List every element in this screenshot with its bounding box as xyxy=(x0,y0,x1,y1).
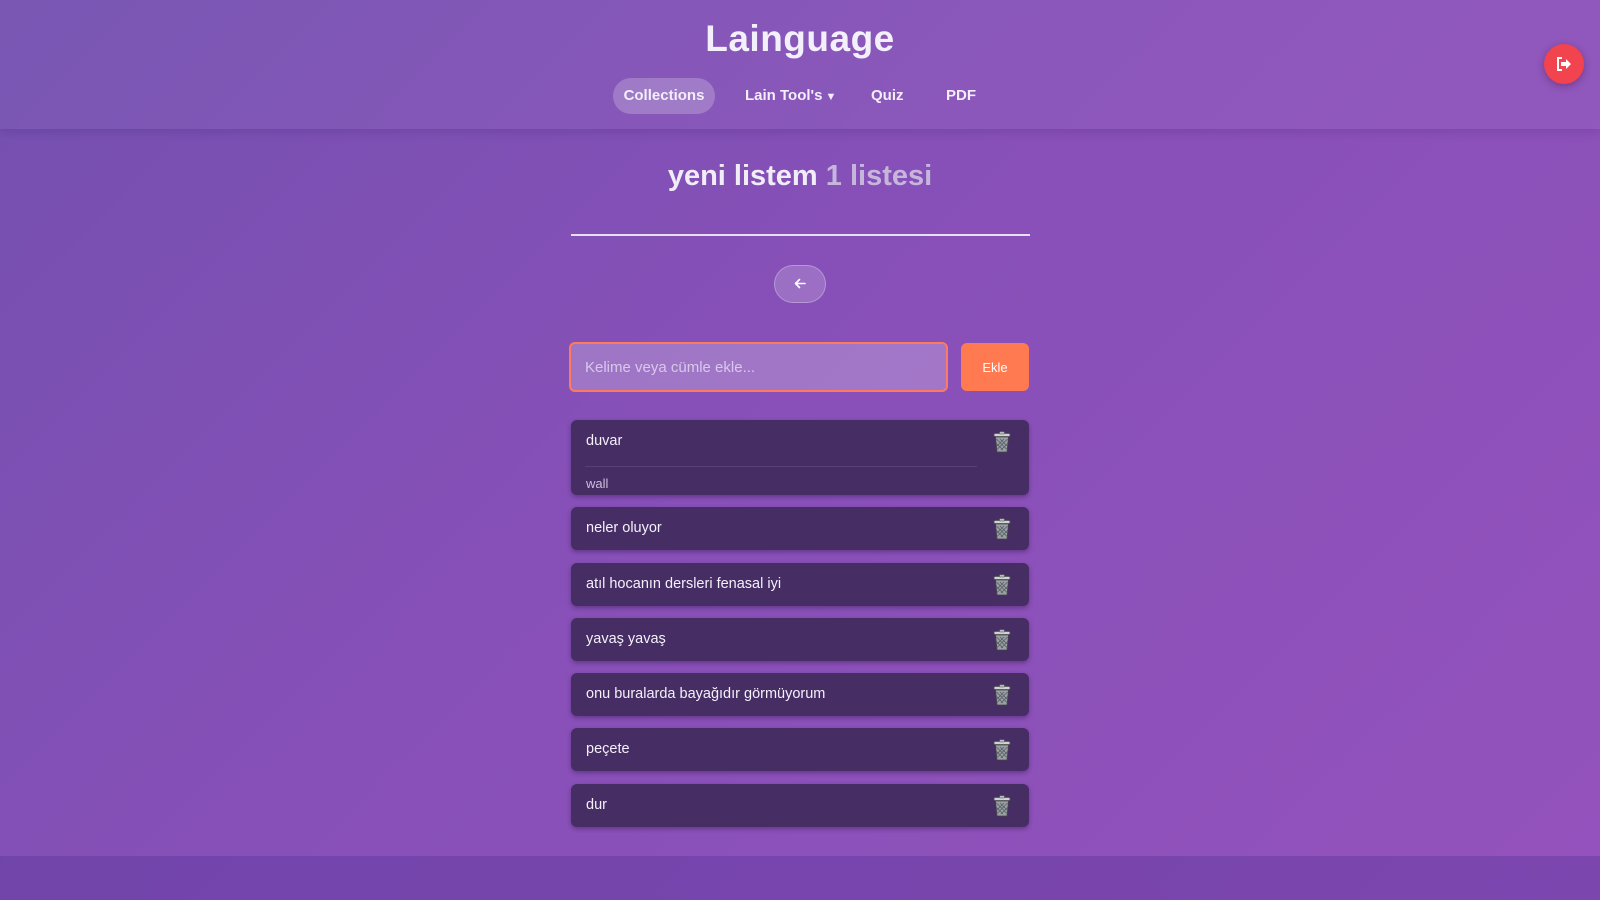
trash-icon[interactable] xyxy=(992,739,1012,761)
list-name: yeni listem xyxy=(667,160,818,192)
arrow-left-icon xyxy=(794,278,806,289)
item-text: duvar xyxy=(586,433,623,449)
nav-lain-tools-label: Lain Tool's xyxy=(745,87,823,104)
top-header: Lainguage Collections Lain Tool's ▼ Quiz … xyxy=(0,0,1600,129)
item-text: yavaş yavaş xyxy=(586,631,666,647)
app-title: Lainguage xyxy=(705,18,895,59)
list-item: peçete xyxy=(571,728,1029,771)
nav-quiz-label: Quiz xyxy=(871,87,904,104)
item-text: peçete xyxy=(586,741,630,757)
item-text: neler oluyor xyxy=(586,520,662,536)
trash-icon[interactable] xyxy=(992,518,1012,540)
nav-lain-tools-dropdown[interactable]: Lain Tool's ▼ xyxy=(745,78,836,114)
nav-pdf-label: PDF xyxy=(946,87,976,104)
item-text: atıl hocanın dersleri fenasal iyi xyxy=(586,576,782,592)
trash-icon[interactable] xyxy=(992,431,1012,453)
logout-button[interactable] xyxy=(1544,44,1584,84)
list-title: yeni listem 1 listesi xyxy=(0,160,1600,193)
list-item: atıl hocanın dersleri fenasal iyi xyxy=(571,563,1029,606)
list-item: duvar wall xyxy=(571,420,1029,495)
item-separator xyxy=(585,466,977,467)
nav-pdf[interactable]: PDF xyxy=(946,78,976,114)
title-divider xyxy=(571,234,1030,236)
list-item: onu buralarda bayağıdır görmüyorum xyxy=(571,673,1029,716)
add-button[interactable]: Ekle xyxy=(961,343,1029,391)
trash-icon[interactable] xyxy=(992,795,1012,817)
item-text: dur xyxy=(586,797,607,813)
footer-band xyxy=(0,856,1600,900)
add-word-input[interactable] xyxy=(569,342,948,392)
logout-icon xyxy=(1557,57,1571,71)
back-button[interactable] xyxy=(774,265,826,303)
trash-icon[interactable] xyxy=(992,629,1012,651)
caret-down-icon: ▼ xyxy=(825,91,837,103)
item-translation: wall xyxy=(586,476,609,491)
list-item: yavaş yavaş xyxy=(571,618,1029,661)
trash-icon[interactable] xyxy=(992,684,1012,706)
list-item: neler oluyor xyxy=(571,507,1029,550)
list-item: dur xyxy=(571,784,1029,827)
nav-quiz[interactable]: Quiz xyxy=(871,78,904,114)
nav-collections-label: Collections xyxy=(623,87,705,104)
item-text: onu buralarda bayağıdır görmüyorum xyxy=(586,686,826,702)
trash-icon[interactable] xyxy=(992,574,1012,596)
nav-collections[interactable]: Collections xyxy=(613,78,715,114)
list-suffix: 1 listesi xyxy=(825,160,933,192)
